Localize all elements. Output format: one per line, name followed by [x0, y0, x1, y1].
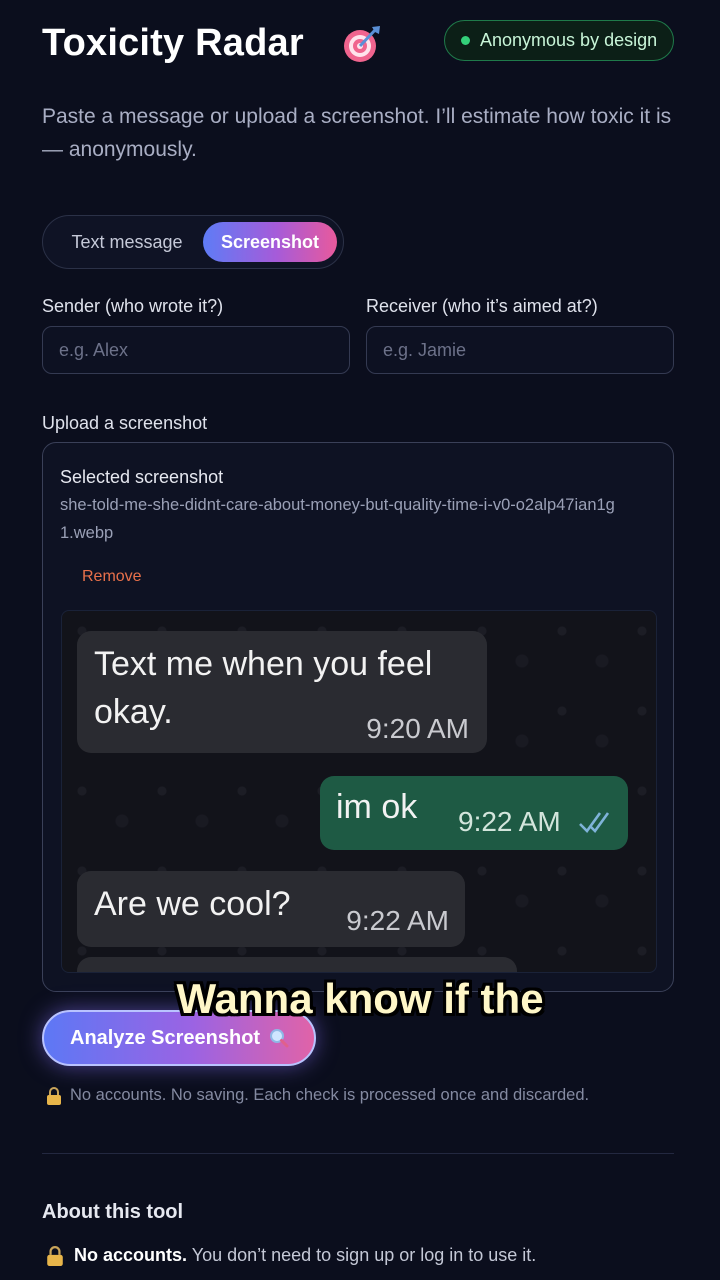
chat-timestamp: 9:22 AM: [458, 806, 561, 837]
selected-screenshot-label: Selected screenshot: [60, 467, 224, 487]
chat-bubble-incoming: [77, 957, 517, 972]
about-item-bold: No accounts.: [74, 1245, 188, 1265]
privacy-note: No accounts. No saving. Each check is pr…: [46, 1086, 589, 1105]
status-dot-icon: [461, 36, 470, 45]
chat-message-text: okay.: [94, 693, 173, 731]
target-icon: [344, 26, 380, 62]
screenshot-preview: Text me when you feel okay. 9:20 AM im o…: [61, 610, 657, 973]
mode-toggle: Text message Screenshot: [42, 215, 344, 269]
remove-button[interactable]: Remove: [82, 568, 142, 586]
chat-bubble-outgoing: im ok 9:22 AM: [320, 776, 628, 850]
divider: [42, 1153, 674, 1154]
tab-screenshot[interactable]: Screenshot: [203, 222, 337, 262]
page-subtitle: Paste a message or upload a screenshot. …: [42, 105, 672, 161]
receiver-label: Receiver (who it’s aimed at?): [366, 296, 598, 316]
chat-message-text: im ok: [336, 788, 418, 826]
lock-icon: [47, 1245, 63, 1266]
sender-input[interactable]: [42, 326, 350, 374]
about-item-text: You don’t need to sign up or log in to u…: [191, 1245, 537, 1265]
lock-icon: [47, 1086, 61, 1105]
chat-timestamp: 9:20 AM: [366, 713, 469, 744]
analyze-button-label: Analyze Screenshot: [70, 1026, 261, 1049]
anonymous-badge: Anonymous by design: [444, 20, 674, 61]
magnifier-icon: [270, 1029, 289, 1048]
header: Toxicity Radar Anonymous by design: [42, 20, 674, 70]
selected-filename: she-told-me-she-didnt-care-about-money-b…: [60, 496, 615, 542]
chat-bubble-incoming: Text me when you feel okay. 9:20 AM: [77, 631, 487, 753]
chat-message-text: Text me when you feel: [94, 645, 433, 683]
analyze-screenshot-button[interactable]: Analyze Screenshot: [42, 1010, 316, 1066]
double-check-icon: [579, 812, 610, 833]
receiver-input[interactable]: [366, 326, 674, 374]
sender-label: Sender (who wrote it?): [42, 296, 224, 316]
chat-message-text: Are we cool?: [94, 885, 291, 923]
about-item-no-accounts: No accounts. You don’t need to sign up o…: [46, 1245, 536, 1266]
chat-bubble-incoming: Are we cool? 9:22 AM: [77, 871, 465, 947]
upload-label: Upload a screenshot: [42, 413, 208, 433]
anonymous-badge-label: Anonymous by design: [480, 30, 658, 50]
upload-dropzone[interactable]: Selected screenshot she-told-me-she-didn…: [42, 442, 674, 992]
app-title: Toxicity Radar: [42, 22, 304, 64]
tab-text-message[interactable]: Text message: [51, 222, 203, 262]
chat-timestamp: 9:22 AM: [346, 905, 449, 936]
about-title: About this tool: [42, 1201, 184, 1223]
privacy-note-text: No accounts. No saving. Each check is pr…: [70, 1086, 590, 1104]
